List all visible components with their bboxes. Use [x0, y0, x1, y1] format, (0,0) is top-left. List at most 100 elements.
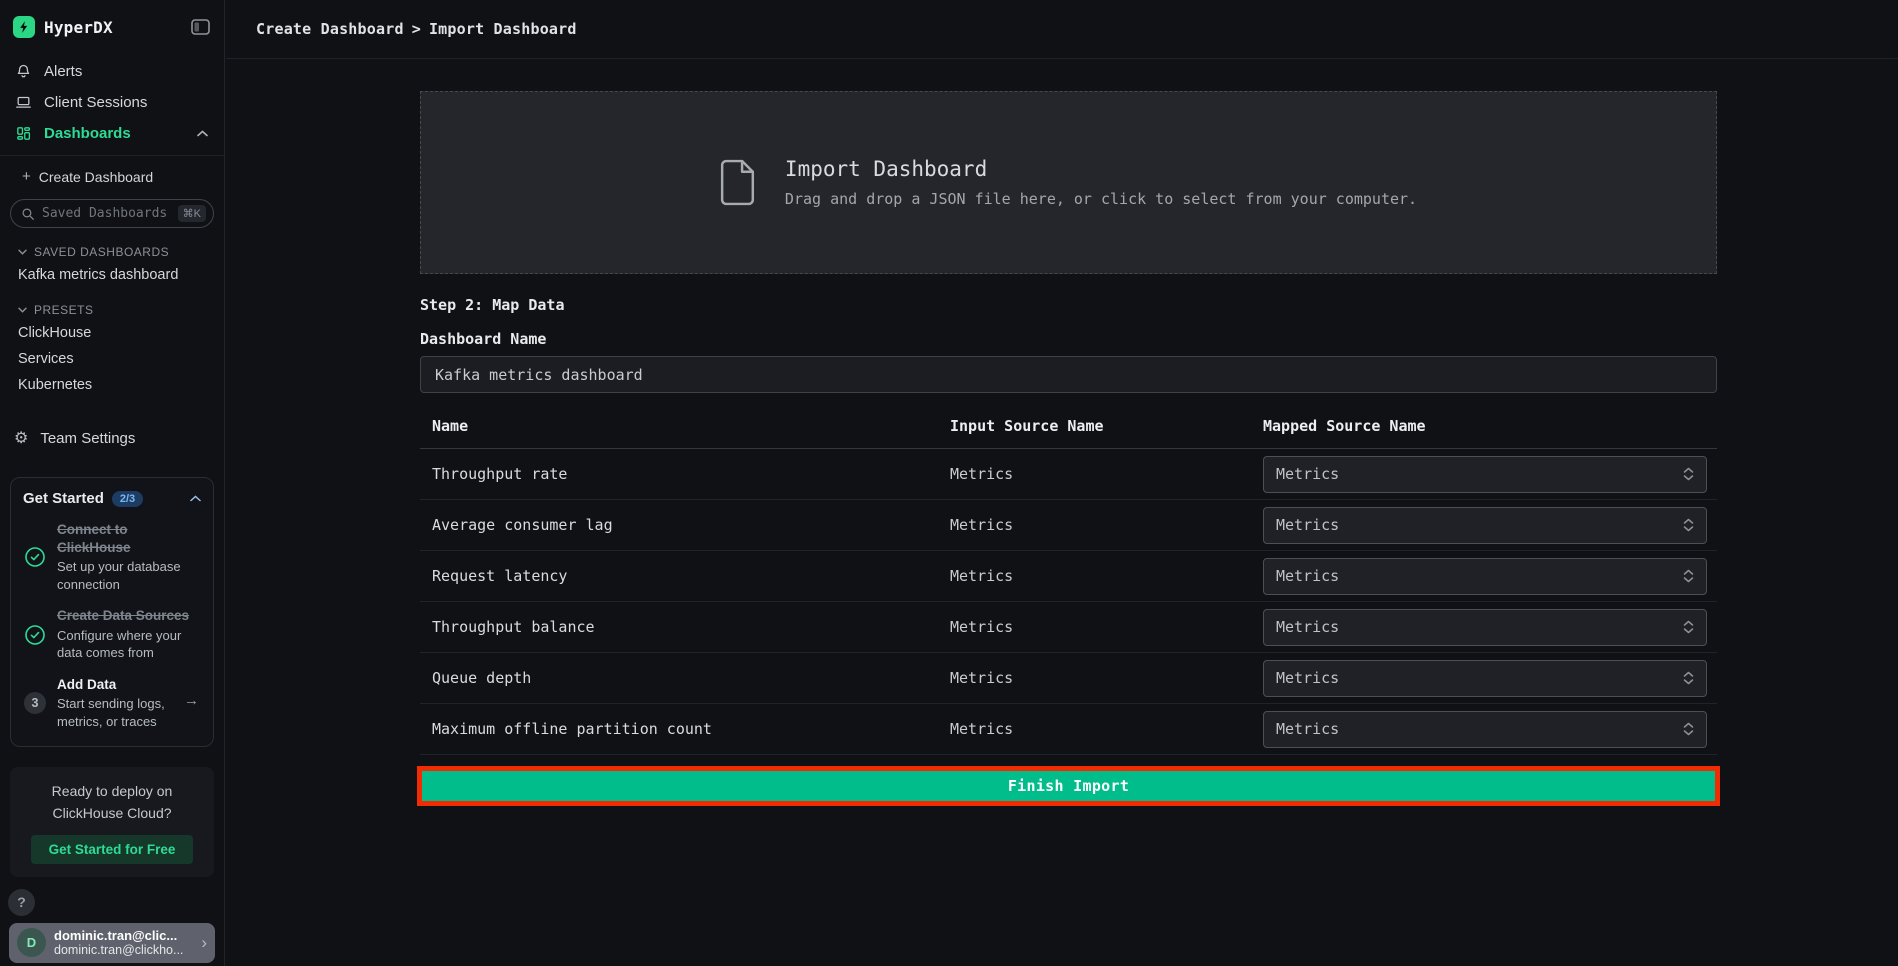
row-input-source: Metrics	[950, 720, 1263, 738]
table-row: Throughput balance Metrics Metrics	[420, 602, 1717, 653]
collapse-sidebar-icon[interactable]	[191, 19, 210, 35]
saved-dashboards-search-input[interactable]: Saved Dashboards ⌘K	[10, 199, 214, 228]
section-presets[interactable]: PRESETS	[0, 288, 224, 320]
main-content: Import Dashboard Drag and drop a JSON fi…	[226, 59, 1898, 806]
laptop-icon	[15, 94, 32, 111]
column-header-input-source: Input Source Name	[950, 417, 1263, 435]
unfold-icon	[1683, 722, 1694, 736]
sidebar-item-dashboards[interactable]: Dashboards	[0, 118, 224, 149]
row-name: Average consumer lag	[420, 516, 950, 534]
chevron-down-icon	[18, 307, 27, 313]
dashboard-grid-icon	[15, 125, 32, 142]
sidebar-item-team-settings[interactable]: ⚙ Team Settings	[0, 422, 224, 455]
step-desc: Set up your database connection	[57, 558, 201, 593]
mapped-source-select[interactable]: Metrics	[1263, 456, 1707, 493]
step-2-label: Step 2: Map Data	[420, 296, 1717, 314]
step-number-badge: 3	[23, 676, 47, 731]
team-settings-label: Team Settings	[40, 430, 135, 447]
page-header: Create Dashboard>Import Dashboard	[226, 0, 1898, 59]
sidebar-item-clickhouse[interactable]: ClickHouse	[0, 320, 224, 346]
unfold-icon	[1683, 518, 1694, 532]
search-icon	[21, 207, 35, 221]
annotation-highlight: Finish Import	[417, 766, 1720, 806]
progress-badge: 2/3	[112, 491, 143, 507]
nav-label: Dashboards	[44, 125, 131, 142]
unfold-icon	[1683, 620, 1694, 634]
gear-icon: ⚙	[14, 431, 28, 447]
row-input-source: Metrics	[950, 669, 1263, 687]
breadcrumb-create-dashboard[interactable]: Create Dashboard	[256, 20, 404, 38]
shortcut-badge: ⌘K	[178, 205, 206, 222]
step-connect-to-clickhouse[interactable]: Connect to ClickHouse Set up your databa…	[23, 521, 201, 593]
sidebar-item-services[interactable]: Services	[0, 346, 224, 372]
sidebar-item-alerts[interactable]: Alerts	[0, 56, 224, 87]
table-row: Average consumer lag Metrics Metrics	[420, 500, 1717, 551]
bell-icon	[15, 63, 32, 80]
section-title: SAVED DASHBOARDS	[34, 245, 169, 259]
file-icon	[720, 159, 757, 206]
user-menu[interactable]: D dominic.tran@clic... dominic.tran@clic…	[9, 923, 215, 963]
avatar: D	[17, 928, 46, 957]
step-title: Create Data Sources	[57, 607, 201, 625]
mapped-source-select[interactable]: Metrics	[1263, 660, 1707, 697]
mapped-source-select[interactable]: Metrics	[1263, 609, 1707, 646]
finish-import-button[interactable]: Finish Import	[422, 771, 1715, 801]
select-value: Metrics	[1276, 669, 1339, 687]
nav-label: Client Sessions	[44, 94, 147, 111]
unfold-icon	[1683, 569, 1694, 583]
breadcrumb-import-dashboard: Import Dashboard	[429, 20, 577, 38]
step-add-data[interactable]: 3 Add Data Start sending logs, metrics, …	[23, 676, 201, 731]
dropzone-title: Import Dashboard	[785, 157, 1417, 181]
sidebar-nav: Alerts Client Sessions Dashboards	[0, 50, 224, 156]
unfold-icon	[1683, 671, 1694, 685]
search-placeholder: Saved Dashboards	[42, 206, 167, 221]
select-value: Metrics	[1276, 720, 1339, 738]
nav-label: Alerts	[44, 63, 82, 80]
get-started-free-button[interactable]: Get Started for Free	[31, 835, 194, 864]
get-started-steps: Connect to ClickHouse Set up your databa…	[23, 521, 201, 730]
chevron-up-icon[interactable]	[197, 130, 208, 137]
get-started-header[interactable]: Get Started 2/3	[23, 490, 201, 507]
mapping-table: Name Input Source Name Mapped Source Nam…	[420, 405, 1717, 755]
user-email: dominic.tran@clickho...	[54, 943, 183, 957]
sidebar-item-client-sessions[interactable]: Client Sessions	[0, 87, 224, 118]
app-title: HyperDX	[44, 18, 113, 37]
step-title: Add Data	[57, 676, 201, 694]
chevron-right-icon: ›	[201, 933, 207, 953]
chevron-up-icon[interactable]	[190, 495, 201, 502]
dropzone-subtitle: Drag and drop a JSON file here, or click…	[785, 190, 1417, 208]
mapped-source-select[interactable]: Metrics	[1263, 558, 1707, 595]
check-circle-icon	[23, 521, 47, 593]
row-input-source: Metrics	[950, 618, 1263, 636]
section-saved-dashboards[interactable]: SAVED DASHBOARDS	[0, 230, 224, 262]
row-name: Maximum offline partition count	[420, 720, 950, 738]
sidebar-item-kafka-metrics-dashboard[interactable]: Kafka metrics dashboard	[0, 262, 224, 288]
table-row: Throughput rate Metrics Metrics	[420, 449, 1717, 500]
arrow-right-icon[interactable]: →	[184, 692, 199, 709]
column-header-mapped-source: Mapped Source Name	[1263, 417, 1717, 435]
get-started-card: Get Started 2/3 Connect to ClickHouse Se…	[10, 477, 214, 747]
row-name: Throughput rate	[420, 465, 950, 483]
select-value: Metrics	[1276, 465, 1339, 483]
row-name: Throughput balance	[420, 618, 950, 636]
mapped-source-select[interactable]: Metrics	[1263, 507, 1707, 544]
import-dropzone[interactable]: Import Dashboard Drag and drop a JSON fi…	[420, 91, 1717, 274]
select-value: Metrics	[1276, 516, 1339, 534]
table-header-row: Name Input Source Name Mapped Source Nam…	[420, 405, 1717, 449]
step-create-data-sources[interactable]: Create Data Sources Configure where your…	[23, 607, 201, 662]
mapped-source-select[interactable]: Metrics	[1263, 711, 1707, 748]
check-circle-icon	[23, 607, 47, 662]
dashboard-name-input[interactable]	[420, 356, 1717, 393]
select-value: Metrics	[1276, 567, 1339, 585]
get-started-title: Get Started	[23, 490, 104, 507]
row-name: Request latency	[420, 567, 950, 585]
breadcrumb: Create Dashboard>Import Dashboard	[256, 20, 577, 38]
row-input-source: Metrics	[950, 516, 1263, 534]
create-dashboard-label: Create Dashboard	[39, 169, 153, 185]
sidebar: HyperDX Alerts C	[0, 0, 225, 966]
create-dashboard-button[interactable]: + Create Dashboard	[0, 156, 224, 189]
clickhouse-cloud-card: Ready to deploy on ClickHouse Cloud? Get…	[10, 767, 214, 876]
chevron-down-icon	[18, 249, 27, 255]
help-button[interactable]: ?	[8, 889, 35, 916]
sidebar-item-kubernetes[interactable]: Kubernetes	[0, 372, 224, 398]
